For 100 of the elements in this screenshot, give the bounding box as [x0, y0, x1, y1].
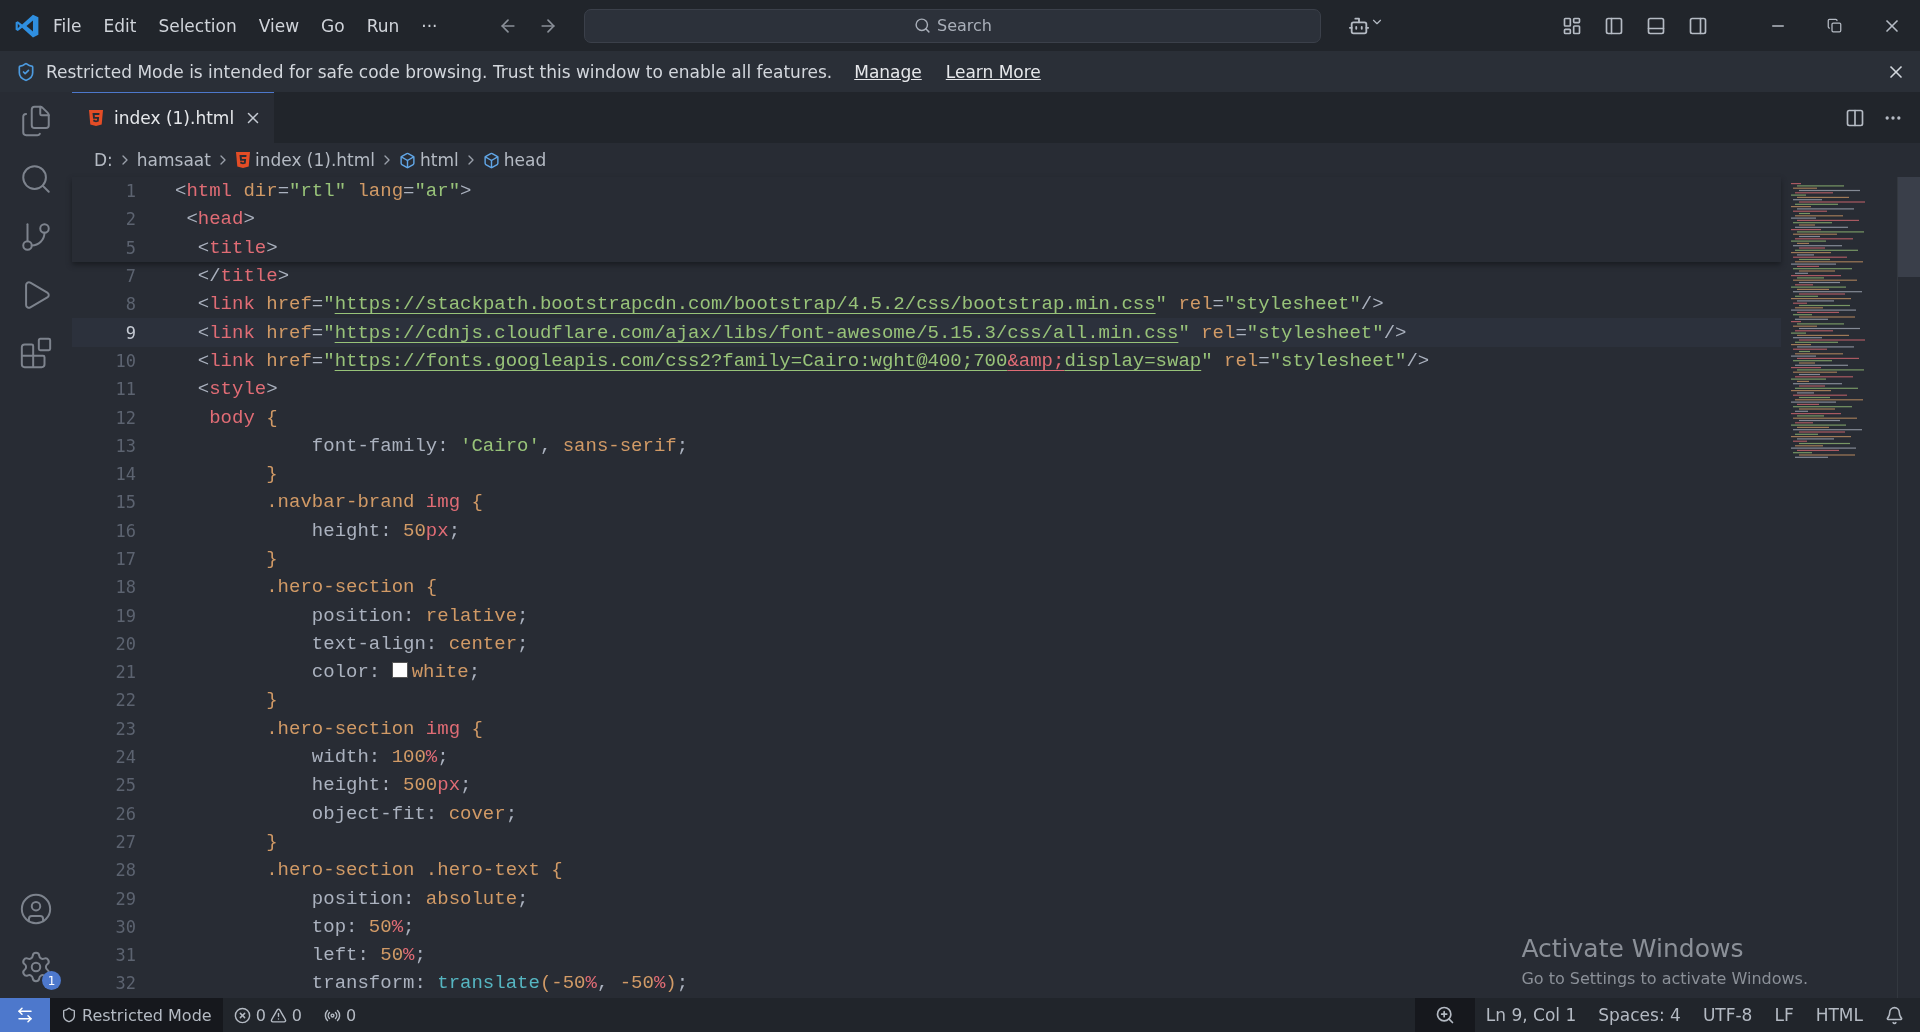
code-line: } — [265, 463, 278, 486]
code-line: position: relative; — [310, 604, 529, 627]
code-line: transform: translate(-50%, -50%); — [310, 972, 689, 995]
ports-count[interactable]: 0 — [346, 1005, 357, 1025]
line-number: 22 — [114, 690, 136, 711]
code-line: text-align: center; — [310, 632, 529, 655]
breadcrumb-item[interactable]: head — [503, 150, 547, 170]
banner-link[interactable]: Learn More — [945, 61, 1041, 82]
breadcrumb-item[interactable]: index (1).html — [254, 150, 376, 170]
bell-icon[interactable] — [1885, 1005, 1904, 1025]
code-line: body { — [208, 406, 278, 429]
line-number: 32 — [114, 973, 136, 994]
line-number: 2 — [124, 209, 136, 230]
breadcrumb-item[interactable]: D: — [94, 150, 113, 170]
status-item[interactable]: Spaces: 4 — [1587, 998, 1692, 1032]
app-logo-icon — [14, 12, 40, 39]
left-panel-icon[interactable] — [1604, 15, 1624, 36]
activation-message: Go to Settings to activate Windows. — [1521, 969, 1808, 988]
remote-icon — [16, 1006, 34, 1024]
code-line: <head> — [185, 208, 255, 231]
line-number: 25 — [114, 775, 136, 796]
menu-item[interactable]: View — [249, 11, 309, 40]
code-line: .hero-section img { — [265, 717, 483, 740]
line-number: 27 — [114, 831, 136, 852]
line-number: 24 — [114, 747, 136, 768]
code-line: </title> — [196, 265, 290, 288]
code-line: <title> — [196, 236, 278, 259]
account-icon[interactable] — [19, 892, 53, 926]
menu-item[interactable]: File — [44, 11, 91, 40]
line-number: 1 — [124, 181, 136, 202]
status-item[interactable]: HTML — [1804, 998, 1874, 1032]
line-number: 21 — [114, 662, 136, 683]
code-line: top: 50%; — [310, 915, 415, 938]
search-icon — [914, 17, 931, 34]
line-number: 15 — [114, 492, 136, 513]
code-line: } — [265, 548, 278, 570]
code-line: } — [265, 689, 278, 712]
line-number: 12 — [114, 407, 136, 428]
status-item[interactable]: UTF-8 — [1691, 998, 1764, 1032]
cube-icon — [482, 151, 500, 169]
line-number: 29 — [114, 888, 136, 909]
line-number: 26 — [114, 803, 136, 824]
shield-icon — [16, 61, 36, 82]
line-number: 10 — [114, 350, 136, 371]
html-file-icon — [234, 151, 251, 169]
line-number: 8 — [124, 294, 136, 315]
html-file-icon — [88, 109, 104, 127]
line-number: 30 — [114, 916, 136, 937]
settings-icon[interactable] — [19, 950, 53, 984]
code-line: font-family: 'Cairo', sans-serif; — [310, 434, 689, 457]
menu-item[interactable]: Go — [312, 11, 354, 40]
status-item[interactable]: Ln 9, Col 1 — [1474, 998, 1588, 1032]
restricted-mode-button[interactable]: Restricted Mode — [50, 998, 223, 1032]
line-number: 13 — [114, 435, 136, 456]
line-number: 14 — [114, 464, 136, 485]
code-line: left: 50%; — [310, 944, 426, 967]
line-number: 7 — [124, 266, 136, 287]
code-line: <link href="https://cdnjs.cloudflare.com/ajax/libs/font-awesome/5.15.3/css/all.min.css" rel="stylesheet"/> — [196, 321, 1407, 344]
zoom-icon[interactable] — [1434, 1005, 1455, 1025]
restore-icon[interactable] — [1827, 18, 1842, 33]
error-count[interactable]: 0 — [255, 1005, 266, 1025]
line-number: 28 — [114, 860, 136, 881]
search-icon[interactable] — [19, 162, 53, 196]
line-number: 9 — [124, 322, 136, 343]
notification-badge: 1 — [42, 971, 61, 990]
code-line: } — [265, 830, 278, 853]
code-line: .hero-section .hero-text { — [265, 859, 563, 882]
code-line: height: 500px; — [310, 774, 472, 797]
blocks-icon[interactable] — [19, 336, 53, 370]
bottom-panel-icon[interactable] — [1646, 15, 1666, 36]
menu-item[interactable]: Edit — [94, 11, 146, 40]
menu-item[interactable]: Selection — [149, 11, 246, 40]
code-line: height: 50px; — [310, 519, 461, 542]
banner-link[interactable]: Manage — [854, 61, 922, 82]
line-number: 5 — [124, 237, 136, 258]
line-number: 18 — [114, 577, 136, 598]
menu-item[interactable]: ··· — [412, 11, 447, 40]
line-number: 20 — [114, 633, 136, 654]
shield-icon — [61, 1007, 77, 1023]
code-line: color: white; — [310, 661, 481, 684]
error-icon — [233, 1006, 251, 1024]
code-line: width: 100%; — [310, 746, 449, 769]
right-panel-icon[interactable] — [1688, 15, 1708, 36]
line-number: 19 — [114, 605, 136, 626]
layout-icon[interactable] — [1562, 15, 1582, 36]
warning-count[interactable]: 0 — [291, 1005, 302, 1025]
remote-button[interactable] — [0, 998, 50, 1032]
breadcrumb-item[interactable]: html — [420, 150, 459, 170]
files-icon[interactable] — [19, 104, 53, 138]
menu-item[interactable]: Run — [357, 11, 409, 40]
line-number: 16 — [114, 520, 136, 541]
branch-icon[interactable] — [19, 220, 53, 254]
line-number: 31 — [114, 945, 136, 966]
split-editor-icon[interactable] — [1845, 107, 1865, 128]
banner-message: Restricted Mode is intended for safe code browsing. Trust this window to enable all features. — [46, 61, 833, 82]
search-field[interactable]: Search — [584, 8, 1322, 43]
breadcrumb-item[interactable]: hamsaat — [136, 150, 211, 170]
editor-tab[interactable]: index (1).html — [72, 92, 275, 143]
status-item[interactable]: LF — [1763, 998, 1805, 1032]
code-line: position: absolute; — [310, 887, 529, 910]
